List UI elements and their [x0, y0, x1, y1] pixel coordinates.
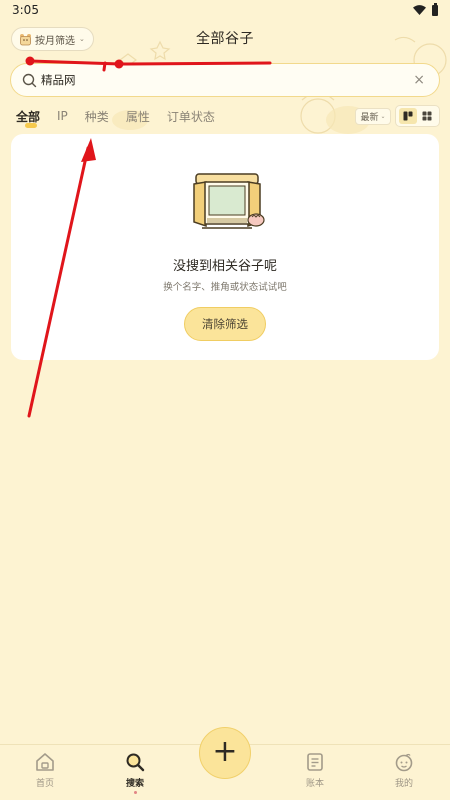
- home-icon: [36, 753, 54, 771]
- nav-home[interactable]: 首页: [15, 752, 75, 789]
- waterfall-view-button[interactable]: [399, 108, 418, 124]
- search-bar[interactable]: ×: [10, 63, 440, 97]
- empty-state-subtitle: 换个名字、推角或状态试试吧: [163, 282, 287, 293]
- clear-search-icon[interactable]: ×: [413, 72, 425, 88]
- empty-cabinet-icon: [193, 173, 265, 229]
- search-icon: [22, 73, 37, 87]
- tab-category[interactable]: 种类: [85, 108, 109, 125]
- grid-view-button[interactable]: [418, 108, 436, 124]
- sort-label: 最新: [360, 113, 379, 123]
- page-title: 全部谷子: [196, 31, 254, 47]
- grid-view-icon: [422, 111, 432, 121]
- ledger-icon: [307, 753, 323, 771]
- clear-filter-button[interactable]: 清除筛选: [184, 307, 266, 341]
- search-icon: [126, 753, 145, 772]
- nav-home-label: 首页: [35, 779, 54, 789]
- profile-icon: [395, 753, 413, 772]
- view-toggle: [395, 105, 440, 127]
- status-bar: 3:05: [0, 0, 450, 20]
- tab-attribute[interactable]: 属性: [126, 108, 150, 125]
- status-time: 3:05: [12, 3, 39, 17]
- empty-state-title: 没搜到相关谷子呢: [172, 259, 277, 274]
- tab-order-status[interactable]: 订单状态: [167, 108, 215, 125]
- wifi-icon: [413, 5, 426, 15]
- status-icons: [413, 2, 438, 16]
- add-item-button[interactable]: +: [199, 727, 251, 779]
- nav-profile[interactable]: 我的: [374, 752, 434, 789]
- filter-tabs: 全部 IP 种类 属性 订单状态: [16, 105, 215, 128]
- nav-ledger[interactable]: 账本: [285, 752, 345, 789]
- waterfall-view-icon: [403, 111, 413, 121]
- nav-search[interactable]: 搜索: [105, 752, 165, 794]
- nav-profile-label: 我的: [394, 779, 413, 789]
- search-input[interactable]: [41, 73, 414, 87]
- empty-state-card: 没搜到相关谷子呢 换个名字、推角或状态试试吧 清除筛选: [11, 134, 439, 360]
- nav-search-label: 搜索: [125, 779, 144, 789]
- active-indicator-dot: [133, 791, 137, 794]
- battery-icon: [432, 2, 438, 16]
- plus-icon: +: [212, 734, 238, 769]
- chevron-down-icon: ⌄: [380, 113, 386, 120]
- sort-dropdown[interactable]: 最新 ⌄: [355, 108, 391, 125]
- nav-ledger-label: 账本: [305, 779, 324, 789]
- tab-all[interactable]: 全部: [16, 108, 40, 128]
- header: 按月筛选 ⌄ 全部谷子: [0, 24, 450, 54]
- tab-ip[interactable]: IP: [57, 109, 68, 123]
